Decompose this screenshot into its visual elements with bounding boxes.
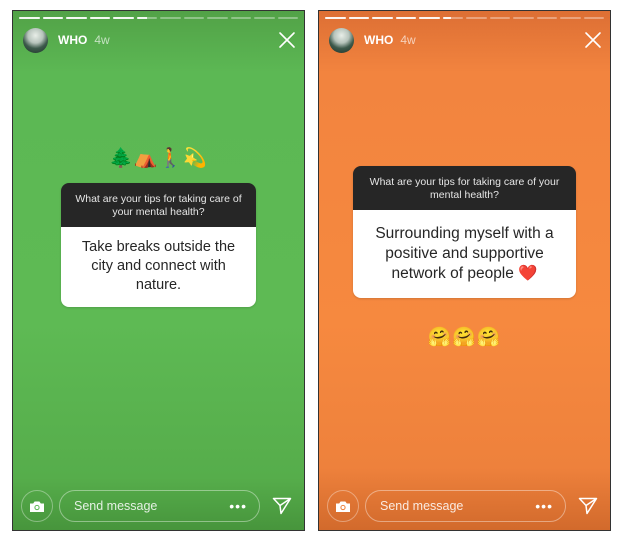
more-options-button[interactable]: ••• (535, 499, 553, 513)
question-sticker: What are your tips for taking care of yo… (61, 183, 256, 307)
progress-fill (419, 17, 440, 19)
paper-plane-icon (578, 497, 598, 515)
progress-fill (113, 17, 134, 19)
progress-segment (207, 17, 228, 19)
progress-segment (230, 17, 251, 19)
progress-fill (348, 17, 369, 19)
emoji-stickers: 🌲⛺🚶💫 (109, 148, 208, 169)
progress-fill (136, 17, 147, 19)
progress-segment (395, 17, 416, 19)
question-sticker: What are your tips for taking care of yo… (353, 166, 576, 298)
camera-button[interactable] (21, 490, 53, 522)
camera-icon (336, 501, 350, 512)
story-orange: WHO 4w What are your tips for taking car… (318, 10, 611, 531)
share-button[interactable] (268, 492, 296, 520)
question-text: What are your tips for taking care of yo… (353, 166, 576, 210)
progress-segment (66, 17, 87, 19)
progress-segment (419, 17, 440, 19)
progress-segment (372, 17, 393, 19)
progress-segment (513, 17, 534, 19)
story-header: WHO 4w (23, 27, 296, 53)
send-message-input[interactable]: Send message ••• (59, 490, 260, 522)
question-text: What are your tips for taking care of yo… (61, 183, 256, 227)
progress-segment (442, 17, 463, 19)
avatar[interactable] (329, 27, 354, 53)
share-button[interactable] (574, 492, 602, 520)
paper-plane-icon (272, 497, 292, 515)
message-placeholder: Send message (380, 499, 464, 513)
progress-segment (42, 17, 63, 19)
close-button[interactable] (278, 31, 296, 49)
progress-fill (66, 17, 87, 19)
progress-fill (89, 17, 110, 19)
progress-fill (19, 17, 40, 19)
progress-segment (113, 17, 134, 19)
progress-segment (183, 17, 204, 19)
answer-text: Surrounding myself with a positive and s… (353, 210, 576, 298)
progress-segment (583, 17, 604, 19)
progress-fill (442, 17, 451, 19)
post-age: 4w (94, 33, 110, 47)
progress-segment (489, 17, 510, 19)
more-options-button[interactable]: ••• (229, 499, 247, 513)
story-header: WHO 4w (329, 27, 602, 53)
progress-fill (372, 17, 393, 19)
reply-bar: Send message ••• (21, 490, 296, 522)
camera-icon (30, 501, 44, 512)
progress-segment (277, 17, 298, 19)
progress-segment (160, 17, 181, 19)
camera-button[interactable] (327, 490, 359, 522)
progress-fill (325, 17, 346, 19)
emoji-stickers: 🤗🤗🤗 (427, 327, 502, 348)
story-progress-bar (19, 17, 298, 19)
send-message-input[interactable]: Send message ••• (365, 490, 566, 522)
progress-fill (395, 17, 416, 19)
progress-segment (254, 17, 275, 19)
progress-segment (348, 17, 369, 19)
username[interactable]: WHO (58, 33, 87, 47)
progress-segment (136, 17, 157, 19)
username[interactable]: WHO (364, 33, 393, 47)
story-green: WHO 4w 🌲⛺🚶💫 What are your tips for takin… (12, 10, 305, 531)
progress-segment (466, 17, 487, 19)
close-button[interactable] (584, 31, 602, 49)
post-age: 4w (400, 33, 416, 47)
message-placeholder: Send message (74, 499, 158, 513)
reply-bar: Send message ••• (327, 490, 602, 522)
close-icon (585, 32, 601, 48)
progress-segment (89, 17, 110, 19)
story-progress-bar (325, 17, 604, 19)
avatar[interactable] (23, 27, 48, 53)
answer-text: Take breaks outside the city and connect… (61, 227, 256, 307)
progress-segment (560, 17, 581, 19)
progress-segment (19, 17, 40, 19)
progress-fill (42, 17, 63, 19)
progress-segment (325, 17, 346, 19)
close-icon (279, 32, 295, 48)
progress-segment (536, 17, 557, 19)
